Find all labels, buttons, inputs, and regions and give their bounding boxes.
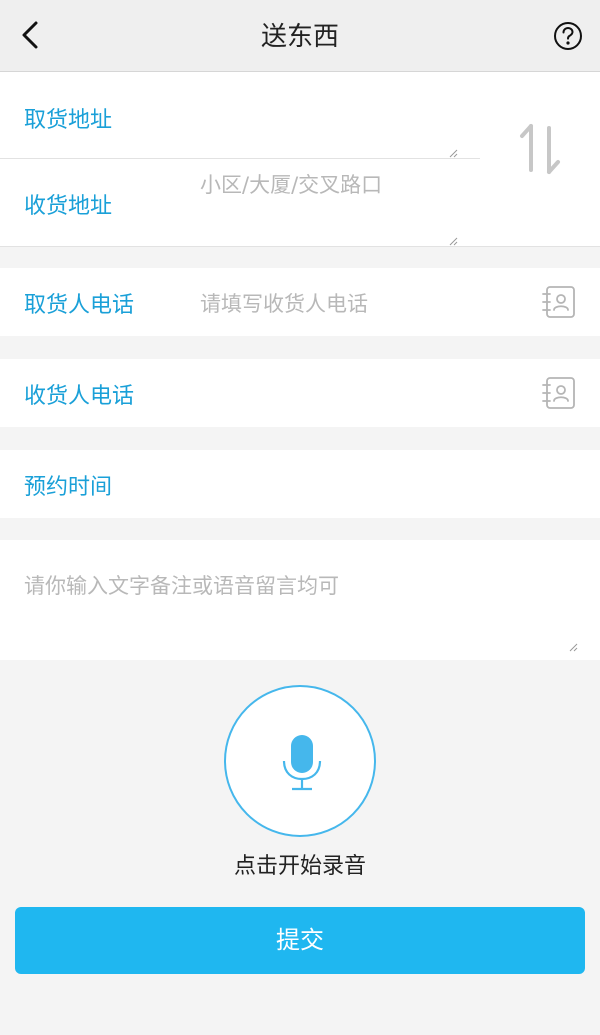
pickup-phone-input[interactable]: 请填写收货人电话 (200, 288, 368, 318)
appointment-time-label: 预约时间 (24, 475, 113, 500)
delivery-contact-button[interactable] (541, 375, 577, 411)
delivery-phone-row: 收货人电话 (0, 359, 600, 427)
pickup-address-input[interactable] (190, 80, 460, 156)
contact-book-icon (542, 286, 575, 318)
microphone-icon (282, 735, 322, 791)
appointment-time-row[interactable]: 预约时间 (0, 450, 600, 518)
swap-vertical-icon (520, 124, 560, 174)
pickup-contact-button[interactable] (541, 284, 577, 320)
delivery-phone-label: 收货人电话 (24, 384, 135, 409)
divider (0, 158, 480, 159)
record-voice-label: 点击开始录音 (233, 854, 366, 879)
resize-handle-icon[interactable] (568, 642, 578, 652)
address-section: 取货地址 收货地址 小区/大厦/交叉路口 (0, 72, 600, 247)
question-circle-icon (554, 22, 582, 50)
resize-handle-icon[interactable] (448, 148, 458, 158)
help-button[interactable] (552, 20, 584, 52)
page-title: 送东西 (260, 22, 339, 52)
swap-address-button[interactable] (518, 122, 562, 176)
submit-button[interactable]: 提交 (15, 907, 585, 974)
note-textarea[interactable]: 请你输入文字备注或语音留言均可 (0, 540, 600, 660)
delivery-phone-input[interactable] (190, 369, 510, 417)
contact-book-icon (542, 377, 575, 409)
pickup-address-label: 取货地址 (24, 108, 113, 133)
delivery-address-label: 收货地址 (24, 194, 113, 219)
pickup-phone-row: 取货人电话 请填写收货人电话 (0, 268, 600, 336)
delivery-address-input[interactable]: 小区/大厦/交叉路口 (200, 169, 382, 199)
divider (0, 246, 600, 247)
resize-handle-icon[interactable] (448, 236, 458, 246)
top-bar: 送东西 (0, 0, 600, 72)
pickup-phone-label: 取货人电话 (24, 293, 135, 318)
note-placeholder: 请你输入文字备注或语音留言均可 (24, 574, 339, 598)
record-voice-button[interactable] (224, 685, 376, 837)
